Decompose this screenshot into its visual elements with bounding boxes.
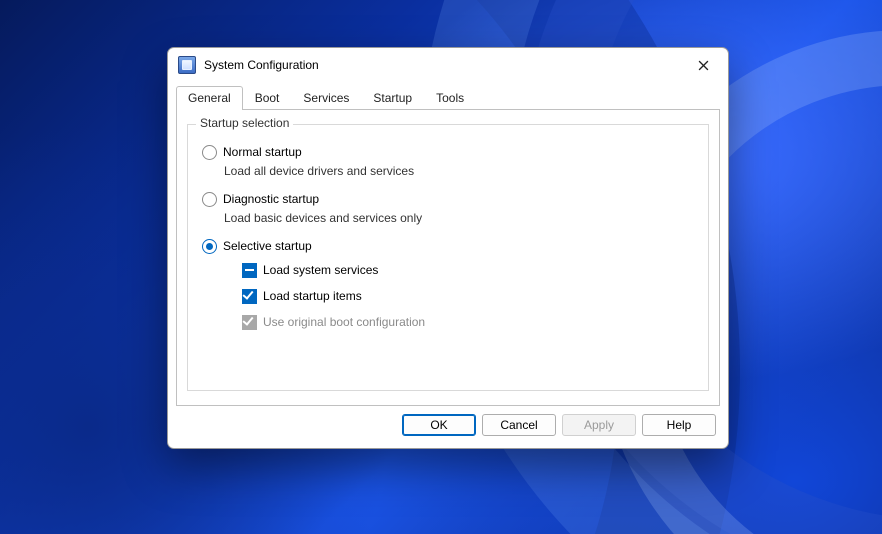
tab-label: General — [188, 91, 231, 105]
tab-general[interactable]: General — [176, 86, 243, 110]
tab-tools[interactable]: Tools — [424, 86, 476, 110]
tab-panel-general: Startup selection Normal startup Load al… — [176, 109, 720, 406]
tab-label: Tools — [436, 91, 464, 105]
normal-startup-desc: Load all device drivers and services — [202, 162, 694, 180]
radio-diagnostic-startup[interactable]: Diagnostic startup — [202, 190, 694, 208]
system-configuration-dialog: System Configuration General Boot Servic… — [167, 47, 729, 449]
checkbox-label: Load startup items — [263, 289, 362, 303]
radio-label: Selective startup — [223, 239, 312, 253]
checkbox-icon — [242, 289, 257, 304]
tab-boot[interactable]: Boot — [243, 86, 292, 110]
desktop-wallpaper: System Configuration General Boot Servic… — [0, 0, 882, 534]
tab-services[interactable]: Services — [291, 86, 361, 110]
checkbox-label: Load system services — [263, 263, 378, 277]
tab-label: Services — [303, 91, 349, 105]
radio-label: Diagnostic startup — [223, 192, 319, 206]
cancel-button[interactable]: Cancel — [482, 414, 556, 436]
checkbox-load-system-services[interactable]: Load system services — [202, 261, 694, 279]
help-button[interactable]: Help — [642, 414, 716, 436]
radio-normal-startup[interactable]: Normal startup — [202, 143, 694, 161]
radio-icon — [202, 239, 217, 254]
ok-button[interactable]: OK — [402, 414, 476, 436]
groupbox-legend: Startup selection — [196, 116, 293, 130]
checkbox-load-startup-items[interactable]: Load startup items — [202, 287, 694, 305]
tab-label: Startup — [373, 91, 412, 105]
dialog-footer: OK Cancel Apply Help — [168, 414, 728, 448]
checkbox-use-original-boot: Use original boot configuration — [202, 313, 694, 331]
radio-icon — [202, 192, 217, 207]
checkbox-label: Use original boot configuration — [263, 315, 425, 329]
titlebar: System Configuration — [168, 48, 728, 82]
tab-startup[interactable]: Startup — [361, 86, 424, 110]
apply-button: Apply — [562, 414, 636, 436]
radio-label: Normal startup — [223, 145, 302, 159]
diagnostic-startup-desc: Load basic devices and services only — [202, 209, 694, 227]
startup-selection-group: Startup selection Normal startup Load al… — [187, 124, 709, 391]
radio-selective-startup[interactable]: Selective startup — [202, 237, 694, 255]
checkbox-icon — [242, 263, 257, 278]
radio-icon — [202, 145, 217, 160]
tab-label: Boot — [255, 91, 280, 105]
tab-strip: General Boot Services Startup Tools — [168, 85, 728, 109]
window-title: System Configuration — [204, 58, 688, 72]
checkbox-icon — [242, 315, 257, 330]
close-button[interactable] — [688, 53, 718, 77]
msconfig-icon — [178, 56, 196, 74]
close-icon — [698, 60, 709, 71]
